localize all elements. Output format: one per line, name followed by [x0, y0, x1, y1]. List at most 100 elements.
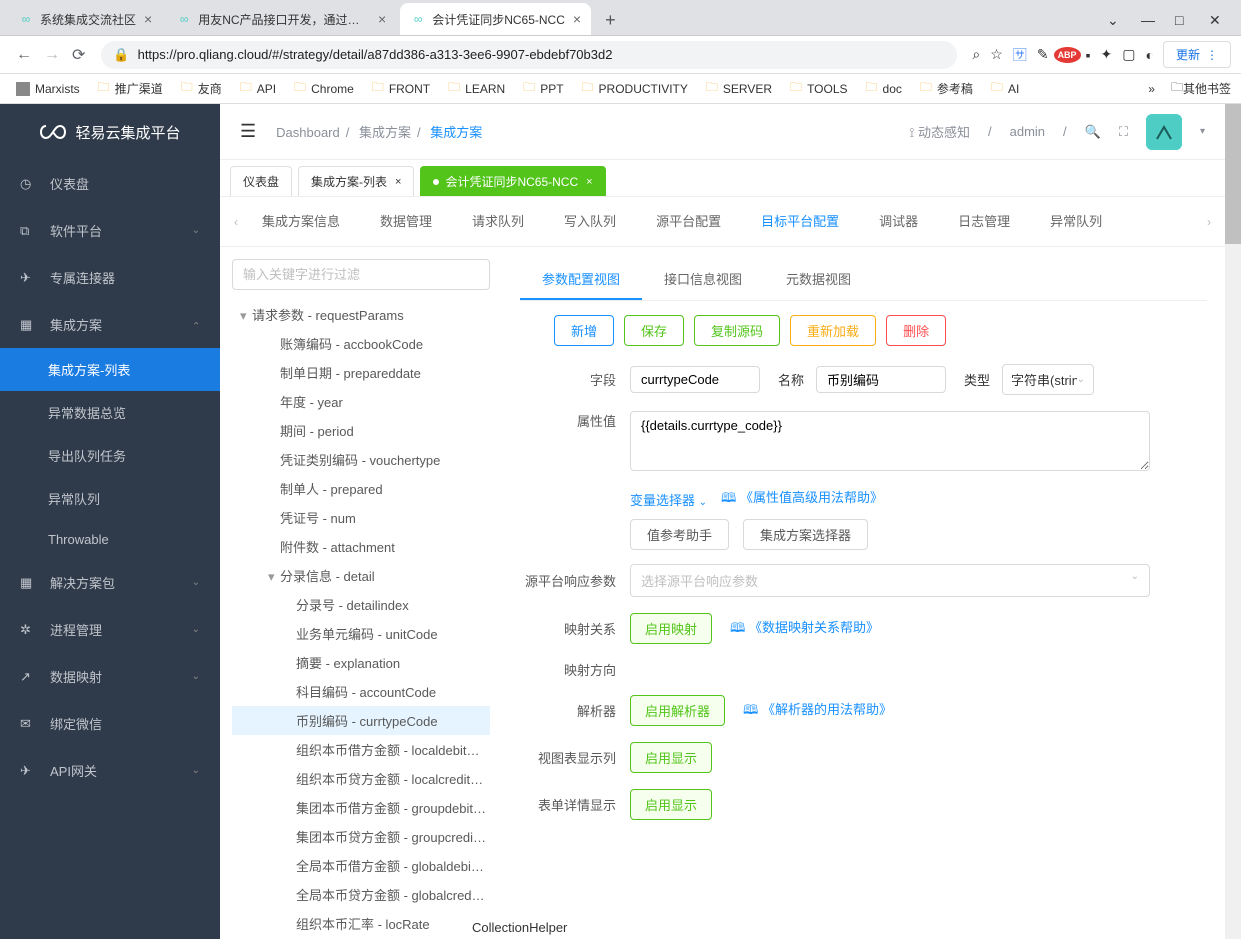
sidebar-item[interactable]: ✉绑定微信 — [0, 700, 220, 747]
panel-icon[interactable]: ▢ — [1117, 44, 1140, 65]
close-icon[interactable]: × — [378, 11, 386, 27]
fullscreen-icon[interactable]: ⛶ — [1119, 124, 1128, 140]
sidebar-subitem[interactable]: 异常数据总览 — [0, 391, 220, 434]
bookmark-item[interactable]: 🗀FRONT — [366, 75, 436, 102]
new-tab-button[interactable]: + — [595, 6, 626, 35]
page-tab-list[interactable]: 集成方案-列表× — [298, 166, 414, 196]
bookmark-item[interactable]: 🗀Chrome — [288, 75, 360, 102]
tree-node[interactable]: 凭证号 - num — [232, 503, 490, 532]
view-tab-api[interactable]: 接口信息视图 — [642, 259, 764, 300]
logo[interactable]: 轻易云集成平台 — [0, 104, 220, 160]
breadcrumb-item[interactable]: Dashboard — [276, 125, 340, 140]
sidebar-item[interactable]: ✲进程管理⌄ — [0, 606, 220, 653]
chevron-down-icon[interactable]: ⌄ — [1107, 13, 1119, 27]
bookmark-item[interactable]: 🗀PRODUCTIVITY — [576, 75, 694, 102]
bookmark-item[interactable]: 🗀SERVER — [700, 75, 778, 102]
forward-button[interactable]: → — [38, 42, 66, 68]
other-bookmarks[interactable]: 其他书签 — [1183, 80, 1231, 97]
view-tab-param[interactable]: 参数配置视图 — [520, 259, 642, 300]
parser-help-link[interactable]: 🕮 《解析器的用法帮助》 — [743, 699, 892, 723]
copy-src-button[interactable]: 复制源码 — [694, 315, 780, 346]
src-resp-select[interactable]: 选择源平台响应参数⌄ — [630, 564, 1150, 597]
sidebar-item[interactable]: ▦集成方案⌄ — [0, 301, 220, 348]
tree-node[interactable]: 年度 - year — [232, 387, 490, 416]
delete-button[interactable]: 删除 — [886, 315, 946, 346]
sidebar-item[interactable]: ✈API网关⌄ — [0, 747, 220, 794]
tree-node[interactable]: 科目编码 - accountCode — [232, 677, 490, 706]
section-tab[interactable]: 异常队列 — [1030, 197, 1122, 246]
tree-node[interactable]: 全局本币贷方金额 - globalcreditamount — [232, 880, 490, 909]
tree-node[interactable]: 集团本币贷方金额 - groupcreditamount — [232, 822, 490, 851]
tree-node[interactable]: 账簿编码 - accbookCode — [232, 329, 490, 358]
sidebar-item[interactable]: ⧉软件平台⌄ — [0, 207, 220, 254]
tree-node[interactable]: ▾分录信息 - detail — [232, 561, 490, 590]
key-icon[interactable]: ⌕ — [967, 44, 985, 65]
sidebar-subitem[interactable]: 异常队列 — [0, 477, 220, 520]
section-tab[interactable]: 请求队列 — [452, 197, 544, 246]
scrollbar[interactable] — [1225, 104, 1241, 939]
tree-node[interactable]: 制单日期 - prepareddate — [232, 358, 490, 387]
search-icon[interactable]: 🔍 — [1085, 124, 1101, 140]
puzzle-icon[interactable]: ✦ — [1096, 44, 1118, 65]
star-icon[interactable]: ☆ — [985, 44, 1008, 65]
reload-button[interactable]: 重新加载 — [790, 315, 876, 346]
section-tab[interactable]: 日志管理 — [938, 197, 1030, 246]
bookmark-item[interactable]: 🗀推广渠道 — [92, 75, 169, 102]
name-input[interactable] — [816, 366, 946, 393]
page-tab-voucher[interactable]: 会计凭证同步NC65-NCC× — [420, 166, 605, 196]
bookmark-item[interactable]: 🗀LEARN — [442, 75, 511, 102]
menu-toggle-icon[interactable]: ☰ — [240, 121, 256, 142]
reload-button[interactable]: ⟳ — [66, 41, 91, 69]
field-input[interactable] — [630, 366, 760, 393]
enable-parser-button[interactable]: 启用解析器 — [630, 695, 725, 726]
translate-icon[interactable]: 🈂 — [1008, 43, 1032, 67]
tree-node[interactable]: 组织本币汇率 - locRate — [232, 909, 490, 938]
tree-node[interactable]: ▾请求参数 - requestParams — [232, 300, 490, 329]
profile-icon[interactable]: ◐ — [1141, 45, 1159, 65]
chevron-right-icon[interactable]: › — [1203, 215, 1215, 229]
bookmark-item[interactable]: 🗀AI — [985, 75, 1025, 102]
section-tab[interactable]: 源平台配置 — [636, 197, 741, 246]
bookmark-item[interactable]: 🗀API — [234, 75, 282, 102]
bookmark-item[interactable]: 🗀doc — [860, 75, 908, 102]
close-icon[interactable]: × — [395, 176, 401, 188]
tree-node[interactable]: 附件数 - attachment — [232, 532, 490, 561]
browser-tab-0[interactable]: ∞ 系统集成交流社区 × — [8, 3, 162, 35]
sidebar-item[interactable]: ▦解决方案包⌄ — [0, 559, 220, 606]
bookmark-item[interactable]: 🗀参考稿 — [914, 75, 979, 102]
bookmark-item[interactable]: 🗀友商 — [175, 75, 228, 102]
tree-node[interactable]: 期间 - period — [232, 416, 490, 445]
tree-node[interactable]: 组织本币贷方金额 - localcreditamount — [232, 764, 490, 793]
breadcrumb-item[interactable]: 集成方案 — [359, 125, 411, 140]
close-window-icon[interactable]: ✕ — [1209, 13, 1221, 27]
section-tab[interactable]: 调试器 — [859, 197, 938, 246]
save-button[interactable]: 保存 — [624, 315, 684, 346]
browser-tab-1[interactable]: ∞ 用友NC产品接口开发，通过轻易 × — [166, 3, 396, 35]
dynamic-sense[interactable]: ⟟ 动态感知 — [910, 122, 970, 141]
section-tab[interactable]: 集成方案信息 — [242, 197, 360, 246]
section-tab[interactable]: 目标平台配置 — [741, 197, 859, 246]
address-bar[interactable]: 🔒 https://pro.qliang.cloud/#/strategy/de… — [101, 41, 957, 69]
sidebar-subitem[interactable]: 集成方案-列表 — [0, 348, 220, 391]
enable-map-button[interactable]: 启用映射 — [630, 613, 712, 644]
tree-node[interactable]: 全局本币借方金额 - globaldebitamount — [232, 851, 490, 880]
sidebar-subitem[interactable]: 导出队列任务 — [0, 434, 220, 477]
abp-icon[interactable]: ABP — [1054, 47, 1081, 63]
sidebar-item[interactable]: ↗数据映射⌄ — [0, 653, 220, 700]
bookmark-item[interactable]: 🗀TOOLS — [784, 75, 853, 102]
chevron-left-icon[interactable]: ‹ — [230, 215, 242, 229]
bookmark-overflow[interactable]: » — [1148, 82, 1155, 96]
tree-node[interactable]: 摘要 - explanation — [232, 648, 490, 677]
avatar[interactable] — [1146, 114, 1182, 150]
tree-node[interactable]: 业务单元编码 - unitCode — [232, 619, 490, 648]
bookmark-item[interactable]: 🗀PPT — [517, 75, 569, 102]
attr-help-link[interactable]: 🕮 《属性值高级用法帮助》 — [721, 487, 883, 511]
var-selector-link[interactable]: 变量选择器 ⌄ — [630, 490, 707, 509]
close-icon[interactable]: × — [144, 11, 152, 27]
update-button[interactable]: 更新⋮ — [1163, 41, 1231, 68]
minimize-icon[interactable]: — — [1141, 13, 1153, 27]
chevron-down-icon[interactable]: ▾ — [1200, 126, 1205, 137]
tree-node[interactable]: 币别编码 - currtypeCode — [232, 706, 490, 735]
tree-node[interactable]: 凭证类别编码 - vouchertype — [232, 445, 490, 474]
map-help-link[interactable]: 🕮 《数据映射关系帮助》 — [730, 617, 879, 641]
